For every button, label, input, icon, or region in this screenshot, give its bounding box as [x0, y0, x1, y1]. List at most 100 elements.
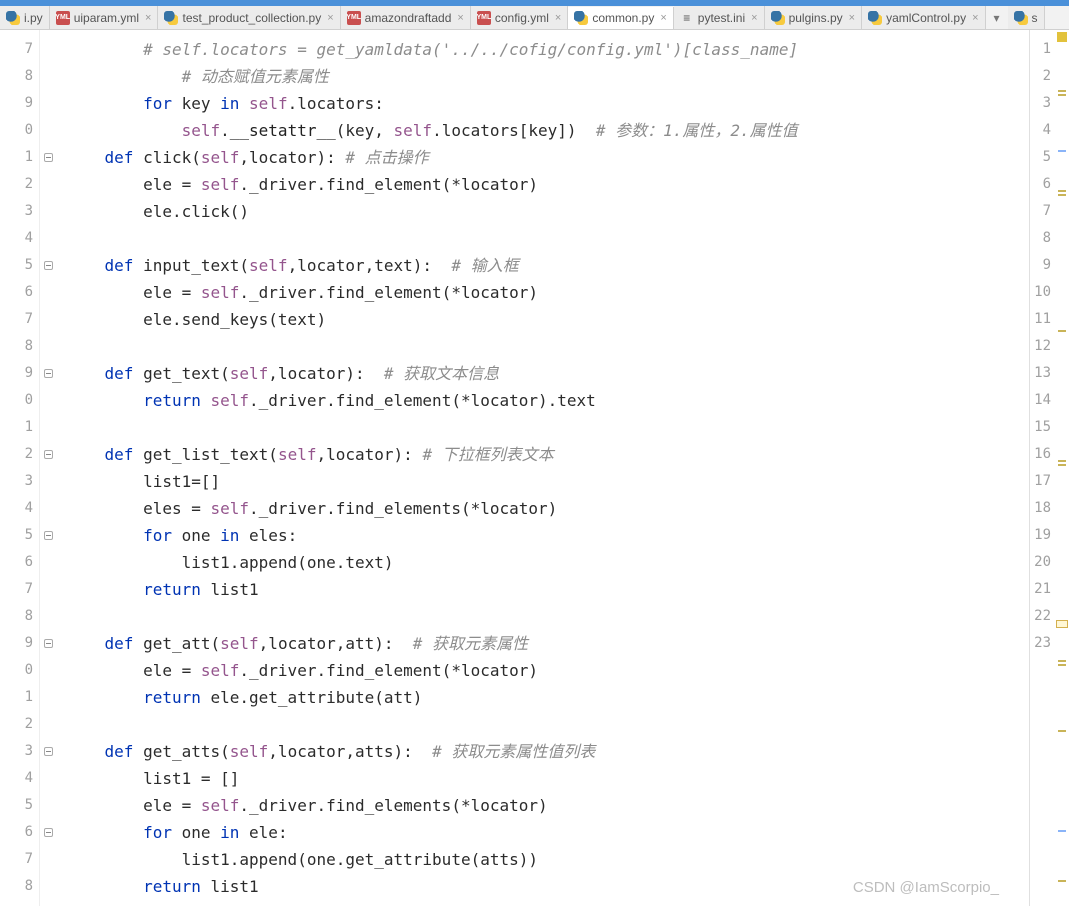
code-line[interactable]: for one in eles: — [66, 522, 1069, 549]
line-number: 8 — [0, 873, 39, 900]
minimap[interactable] — [1055, 30, 1069, 906]
code-line[interactable]: ele = self._driver.find_element(*locator… — [66, 657, 1069, 684]
line-number: 7 — [1030, 198, 1055, 225]
fold-toggle[interactable] — [44, 639, 53, 648]
close-icon[interactable]: × — [849, 12, 855, 24]
line-number: 6 — [0, 279, 39, 306]
line-number: 7 — [0, 846, 39, 873]
tab-uiparam-yml[interactable]: YMLuiparam.yml× — [50, 6, 159, 29]
tab-label: i.py — [24, 11, 43, 25]
code-line[interactable]: eles = self._driver.find_elements(*locat… — [66, 495, 1069, 522]
code-line[interactable]: def input_text(self,locator,text): # 输入框 — [66, 252, 1069, 279]
fold-toggle[interactable] — [44, 369, 53, 378]
fold-toggle[interactable] — [44, 261, 53, 270]
tab-common-py[interactable]: common.py × — [568, 7, 673, 30]
python-icon — [6, 11, 20, 25]
python-icon — [574, 11, 588, 25]
code-line[interactable]: def get_atts(self,locator,atts): # 获取元素属… — [66, 738, 1069, 765]
code-line[interactable]: list1.append(one.text) — [66, 549, 1069, 576]
tabs-dropdown[interactable]: ▾ — [986, 11, 1008, 25]
code-line[interactable]: def get_list_text(self,locator): # 下拉框列表… — [66, 441, 1069, 468]
line-number: 7 — [0, 306, 39, 333]
line-number: 9 — [1030, 252, 1055, 279]
line-gutter-right: 1234567891011121314151617181920212223 — [1029, 30, 1055, 906]
line-number: 12 — [1030, 333, 1055, 360]
yaml-icon: YML — [56, 11, 70, 25]
close-icon[interactable]: × — [660, 12, 666, 24]
line-number: 19 — [1030, 522, 1055, 549]
line-number: 9 — [0, 630, 39, 657]
code-line[interactable]: def click(self,locator): # 点击操作 — [66, 144, 1069, 171]
code-line[interactable]: for one in ele: — [66, 819, 1069, 846]
line-number: 4 — [0, 765, 39, 792]
line-number: 7 — [0, 36, 39, 63]
code-line[interactable] — [66, 225, 1069, 252]
line-number: 4 — [1030, 117, 1055, 144]
tab-yamlcontrol-py[interactable]: yamlControl.py × — [862, 6, 985, 29]
line-number: 5 — [1030, 144, 1055, 171]
code-line[interactable]: list1 = [] — [66, 765, 1069, 792]
code-line[interactable]: for key in self.locators: — [66, 90, 1069, 117]
code-line[interactable]: ele.send_keys(text) — [66, 306, 1069, 333]
fold-toggle[interactable] — [44, 828, 53, 837]
python-icon — [868, 11, 882, 25]
code-line[interactable]: # 动态赋值元素属性 — [66, 63, 1069, 90]
python-icon — [1014, 11, 1028, 25]
tab-amazondraftadd[interactable]: YMLamazondraftadd× — [341, 6, 471, 29]
line-number: 8 — [1030, 225, 1055, 252]
close-icon[interactable]: × — [327, 12, 333, 24]
line-number: 5 — [0, 522, 39, 549]
line-number: 1 — [1030, 36, 1055, 63]
ini-icon: ≡ — [680, 11, 694, 25]
close-icon[interactable]: × — [555, 12, 561, 24]
tab-overflow[interactable]: s — [1008, 6, 1045, 29]
code-line[interactable] — [66, 333, 1069, 360]
code-line[interactable] — [66, 711, 1069, 738]
minimap-viewport[interactable] — [1056, 620, 1068, 628]
line-number: 17 — [1030, 468, 1055, 495]
line-number: 8 — [0, 333, 39, 360]
fold-toggle[interactable] — [44, 531, 53, 540]
tab-label: test_product_collection.py — [182, 11, 321, 25]
close-icon[interactable]: × — [751, 12, 757, 24]
tab-pytest-ini[interactable]: ≡ pytest.ini × — [674, 6, 765, 29]
close-icon[interactable]: × — [457, 12, 463, 24]
line-number: 22 — [1030, 603, 1055, 630]
python-icon — [164, 11, 178, 25]
code-line[interactable]: def get_att(self,locator,att): # 获取元素属性 — [66, 630, 1069, 657]
line-number: 20 — [1030, 549, 1055, 576]
code-content[interactable]: # self.locators = get_yamldata('../../co… — [56, 30, 1069, 906]
tab-i-py[interactable]: i.py — [0, 6, 50, 29]
code-line[interactable]: self.__setattr__(key, self.locators[key]… — [66, 117, 1069, 144]
code-line[interactable] — [66, 414, 1069, 441]
fold-toggle[interactable] — [44, 747, 53, 756]
code-line[interactable]: # self.locators = get_yamldata('../../co… — [66, 36, 1069, 63]
code-line[interactable]: list1.append(one.get_attribute(atts)) — [66, 846, 1069, 873]
code-line[interactable]: return ele.get_attribute(att) — [66, 684, 1069, 711]
tab-test-product-collection-py[interactable]: test_product_collection.py × — [158, 6, 340, 29]
code-line[interactable]: def get_text(self,locator): # 获取文本信息 — [66, 360, 1069, 387]
tab-pulgins-py[interactable]: pulgins.py× — [765, 6, 862, 29]
tab-label: yamlControl.py — [886, 11, 966, 25]
close-icon[interactable]: × — [972, 12, 978, 24]
code-line[interactable]: ele.click() — [66, 198, 1069, 225]
tab-config-yml[interactable]: YMLconfig.yml× — [471, 6, 568, 29]
code-line[interactable]: ele = self._driver.find_elements(*locato… — [66, 792, 1069, 819]
tab-label: pytest.ini — [698, 11, 745, 25]
line-number: 11 — [1030, 306, 1055, 333]
close-icon[interactable]: × — [145, 12, 151, 24]
code-line[interactable]: return list1 — [66, 576, 1069, 603]
fold-toggle[interactable] — [44, 153, 53, 162]
code-line[interactable]: return self._driver.find_element(*locato… — [66, 387, 1069, 414]
line-number: 3 — [0, 468, 39, 495]
code-line[interactable]: ele = self._driver.find_element(*locator… — [66, 279, 1069, 306]
code-line[interactable] — [66, 603, 1069, 630]
line-number: 18 — [1030, 495, 1055, 522]
code-line[interactable]: list1=[] — [66, 468, 1069, 495]
code-line[interactable]: ele = self._driver.find_element(*locator… — [66, 171, 1069, 198]
line-number: 21 — [1030, 576, 1055, 603]
fold-toggle[interactable] — [44, 450, 53, 459]
tab-label: common.py — [592, 11, 654, 25]
warning-icon[interactable] — [1057, 32, 1067, 42]
line-number: 1 — [0, 414, 39, 441]
